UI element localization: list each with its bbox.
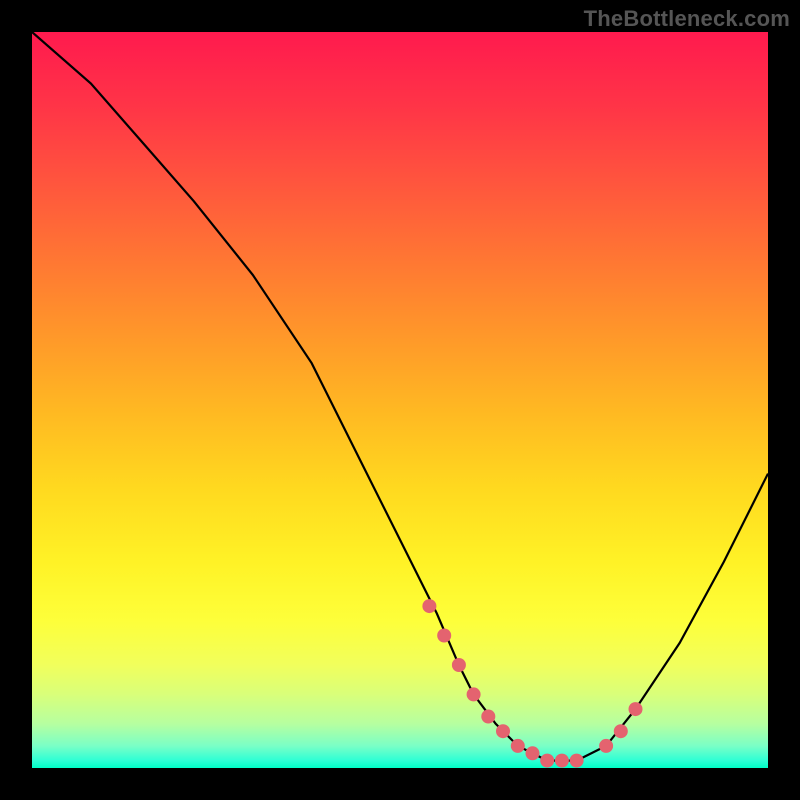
highlight-dot [526, 746, 540, 760]
highlight-dot [540, 754, 554, 768]
highlight-dot [452, 658, 466, 672]
bottleneck-curve [32, 32, 768, 761]
highlight-dot [437, 629, 451, 643]
highlight-dot [467, 687, 481, 701]
highlight-dot [496, 724, 510, 738]
highlight-dot [599, 739, 613, 753]
highlight-dot [555, 754, 569, 768]
highlight-dot [614, 724, 628, 738]
highlight-dots-group [422, 599, 642, 768]
highlight-dot [570, 754, 584, 768]
highlight-dot [511, 739, 525, 753]
highlight-dot [422, 599, 436, 613]
chart-frame: TheBottleneck.com [0, 0, 800, 800]
watermark-text: TheBottleneck.com [584, 6, 790, 32]
curve-layer [32, 32, 768, 768]
plot-area [32, 32, 768, 768]
highlight-dot [629, 702, 643, 716]
highlight-dot [481, 710, 495, 724]
